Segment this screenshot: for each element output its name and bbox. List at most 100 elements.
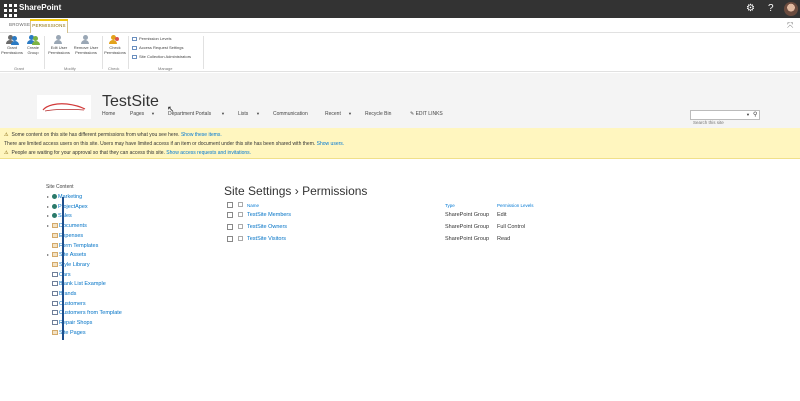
table-row[interactable]: TestSite Visitors SharePoint Group Read — [227, 235, 547, 245]
banner-text-3: People are waiting for your approval so … — [11, 150, 165, 156]
chevron-down-icon[interactable]: ▼ — [256, 111, 260, 116]
select-all-checkbox[interactable] — [227, 202, 233, 208]
mouse-cursor-icon: ↖ — [167, 104, 175, 114]
banner-message-1: ⚠ Some content on this site has different… — [4, 132, 222, 138]
avatar[interactable] — [784, 2, 798, 16]
edit-links-button[interactable]: ✎ EDIT LINKS — [410, 111, 443, 117]
leftnav-item[interactable]: Site Pages — [47, 330, 86, 336]
leftnav-item[interactable]: Repair Shops — [47, 320, 92, 326]
library-icon — [52, 223, 58, 229]
site-logo[interactable] — [37, 95, 91, 119]
permission-level: Read — [497, 236, 511, 242]
search-box[interactable]: ▼ ⚲ — [690, 110, 760, 127]
nav-home[interactable]: Home — [102, 111, 115, 117]
grant-permissions-label: Grant Permissions — [1, 45, 23, 55]
edit-links-label: EDIT LINKS — [415, 111, 443, 117]
create-group-label: Create Group — [26, 45, 39, 55]
row-checkbox[interactable] — [227, 212, 233, 218]
leftnav-item[interactable]: Blank List Example — [47, 281, 106, 287]
show-users-link[interactable]: Show users. — [317, 141, 345, 147]
leftnav-item[interactable]: ▸ Sales — [47, 213, 72, 219]
breadcrumb-separator: › — [294, 184, 299, 198]
grant-permissions-button[interactable]: Grant Permissions — [0, 35, 24, 55]
edit-user-permissions-label: Edit User Permissions — [48, 45, 70, 55]
subsite-icon — [52, 203, 57, 209]
banner-message-3: ⚠ People are waiting for your approval so… — [4, 150, 251, 156]
library-icon — [52, 232, 58, 238]
list-icon — [52, 320, 58, 326]
library-icon — [52, 261, 58, 267]
banner-message-2: There are limited access users on this s… — [4, 141, 344, 147]
selection-indicator — [62, 197, 64, 340]
group-icon — [238, 224, 243, 229]
group-name-link[interactable]: TestSite Owners — [247, 224, 287, 230]
leftnav-item-label: Sales — [58, 213, 72, 220]
group-name-link[interactable]: TestSite Members — [247, 212, 291, 218]
administrators-icon — [132, 54, 137, 59]
check-permissions-button[interactable]: Check Permissions — [104, 35, 126, 55]
leftnav-item[interactable]: Form Templates — [47, 243, 98, 249]
page-title: Site Settings › Permissions — [224, 184, 367, 198]
leftnav-item[interactable]: ▸ Documents — [47, 223, 87, 229]
breadcrumb-site-settings[interactable]: Site Settings — [224, 184, 291, 198]
leftnav-item-label: Blank List Example — [59, 281, 106, 288]
nav-communication[interactable]: Communication — [273, 111, 308, 117]
tab-permissions[interactable]: PERMISSIONS — [30, 19, 68, 34]
permission-levels-icon — [132, 36, 137, 41]
nav-pages[interactable]: Pages — [130, 111, 144, 117]
chevron-down-icon[interactable]: ▼ — [348, 111, 352, 116]
edit-user-icon — [53, 35, 65, 45]
search-icon[interactable]: ⚲ — [753, 111, 757, 118]
nav-recent[interactable]: Recent — [325, 111, 341, 117]
leftnav-item[interactable]: Style Library — [47, 262, 90, 268]
remove-user-permissions-button[interactable]: Remove User Permissions — [72, 35, 100, 55]
leftnav-item[interactable]: Customers — [47, 301, 86, 307]
site-collection-administrators-label: Site Collection Administrators — [139, 54, 192, 59]
group-icon — [238, 212, 243, 217]
ribbon-tabs: BROWSE PERMISSIONS ⤧ — [0, 18, 800, 34]
tab-browse[interactable]: BROWSE — [9, 22, 30, 27]
group-type: SharePoint Group — [445, 236, 490, 242]
show-these-items-link[interactable]: Show these items. — [181, 132, 222, 138]
chevron-down-icon[interactable]: ▼ — [221, 111, 225, 116]
list-icon — [52, 281, 58, 287]
gear-icon[interactable]: ⚙ — [746, 3, 755, 15]
leftnav-item[interactable]: ▸ Marketing — [47, 194, 82, 200]
leftnav-item[interactable]: Cars — [47, 272, 71, 278]
list-icon — [52, 300, 58, 306]
search-scope-dropdown-icon[interactable]: ▼ — [746, 112, 750, 117]
library-icon — [52, 329, 58, 335]
suite-title[interactable]: SharePoint — [19, 3, 61, 12]
leftnav-item[interactable]: Customers from Template — [47, 310, 122, 316]
permission-level: Edit — [497, 212, 507, 218]
help-icon[interactable]: ? — [768, 3, 774, 15]
access-request-settings-button[interactable]: Access Request Settings — [132, 45, 183, 50]
show-access-requests-link[interactable]: Show access requests and invitations. — [166, 150, 251, 156]
table-row[interactable]: TestSite Members SharePoint Group Edit — [227, 211, 547, 221]
site-title[interactable]: TestSite — [102, 93, 159, 111]
create-group-button[interactable]: Create Group — [25, 35, 41, 55]
row-checkbox[interactable] — [227, 236, 233, 242]
column-name[interactable]: Name — [247, 203, 259, 208]
focus-on-content-icon[interactable]: ⤧ — [787, 21, 793, 31]
nav-lists[interactable]: Lists — [238, 111, 248, 117]
leftnav-item[interactable]: Expenses — [47, 233, 83, 239]
row-checkbox[interactable] — [227, 224, 233, 230]
permission-levels-button[interactable]: Permission Levels — [132, 36, 171, 41]
column-type[interactable]: Type — [445, 203, 455, 208]
nav-recycle-bin[interactable]: Recycle Bin — [365, 111, 391, 117]
library-icon — [52, 252, 58, 258]
app-launcher-icon[interactable] — [2, 2, 17, 17]
ribbon-divider — [102, 36, 103, 69]
table-row[interactable]: TestSite Owners SharePoint Group Full Cont… — [227, 223, 547, 233]
edit-user-permissions-button[interactable]: Edit User Permissions — [46, 35, 72, 55]
leftnav-item[interactable]: ▸ Site Assets — [47, 252, 86, 258]
ribbon: Grant Permissions Create Group Edit User… — [0, 33, 800, 72]
remove-user-icon — [80, 35, 92, 45]
search-input[interactable] — [693, 118, 745, 127]
site-collection-administrators-button[interactable]: Site Collection Administrators — [132, 54, 191, 59]
group-name-link[interactable]: TestSite Visitors — [247, 236, 286, 242]
chevron-down-icon[interactable]: ▼ — [151, 111, 155, 116]
column-permission-levels[interactable]: Permission Levels — [497, 203, 534, 208]
leftnav-item[interactable]: ▸ ProjectApex — [47, 204, 88, 210]
